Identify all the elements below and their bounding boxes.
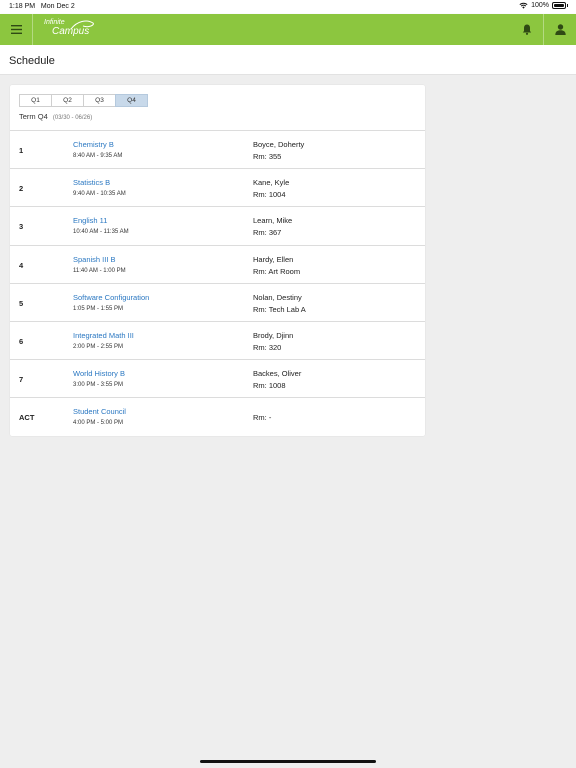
period-number: 3 [19, 222, 24, 232]
course-link[interactable]: Statistics B [73, 178, 110, 187]
term-label: Term Q4 (03/30 - 06/26) [19, 112, 92, 121]
period-number: 4 [19, 260, 24, 270]
teacher-name: Hardy, Ellen [253, 254, 294, 264]
tab-q4[interactable]: Q4 [115, 94, 148, 107]
status-time: 1:18 PM Mon Dec 2 [9, 3, 75, 10]
term-name: Term Q4 [19, 112, 48, 121]
schedule-row: 3 English 11 10:40 AM - 11:35 AM Learn, … [10, 206, 425, 244]
period-number: 6 [19, 336, 24, 346]
tab-q2[interactable]: Q2 [51, 94, 84, 107]
title-bar: Schedule [0, 45, 576, 75]
course-time: 8:40 AM - 9:35 AM [73, 153, 123, 159]
course-time: 9:40 AM - 10:35 AM [73, 191, 126, 198]
status-clock: 1:18 PM [9, 3, 36, 10]
course-time: 10:40 AM - 11:35 AM [73, 229, 129, 236]
schedule-row: 4 Spanish III B 11:40 AM - 1:00 PM Hardy… [10, 244, 425, 283]
term-dates: (03/30 - 06/26) [52, 115, 93, 121]
page-title: Schedule [9, 55, 55, 67]
tab-q1[interactable]: Q1 [19, 94, 52, 107]
room-number: Rm: 367 [253, 228, 282, 238]
room-number: Rm: Tech Lab A [253, 304, 306, 314]
hamburger-menu-icon [10, 25, 22, 34]
course-time: 1:05 PM - 1:55 PM [73, 305, 124, 312]
room-number: Rm: - [253, 413, 272, 423]
schedule-card: Q1 Q2 Q3 Q4 Term Q4 (03/30 - 06/26) 1 Ch… [10, 85, 425, 436]
schedule-row: 7 World History B 3:00 PM - 3:55 PM Back… [10, 359, 425, 397]
wifi-icon [519, 2, 528, 9]
user-icon [554, 24, 566, 35]
course-time: 3:00 PM - 3:55 PM [73, 382, 124, 389]
tab-q3[interactable]: Q3 [83, 94, 116, 107]
period-number: 7 [19, 375, 24, 385]
room-number: Rm: 355 [253, 152, 282, 161]
schedule-row: 5 Software Configuration 1:05 PM - 1:55 … [10, 282, 425, 321]
logo-swoosh-icon [70, 20, 94, 30]
app-header: Infinite Campus [0, 14, 576, 45]
bell-icon [522, 24, 532, 35]
period-number: 1 [19, 146, 24, 155]
status-bar: 1:18 PM Mon Dec 2 100% [0, 0, 576, 14]
room-number: Rm: Art Room [253, 266, 301, 276]
menu-button[interactable] [0, 14, 32, 45]
course-link[interactable]: Integrated Math III [73, 331, 134, 340]
status-date: Mon Dec 2 [40, 3, 75, 10]
room-number: Rm: 320 [253, 342, 282, 352]
teacher-name: Nolan, Destiny [253, 292, 302, 302]
teacher-name: Boyce, Doherty [253, 140, 305, 149]
schedule-row: ACT Student Council 4:00 PM - 5:00 PM Rm… [10, 397, 425, 435]
status-right: 100% [519, 2, 568, 9]
period-number: 5 [19, 298, 24, 308]
teacher-name: Learn, Mike [253, 216, 293, 226]
course-time: 4:00 PM - 5:00 PM [73, 420, 124, 427]
user-profile-button[interactable] [544, 14, 576, 45]
course-link[interactable]: Student Council [73, 407, 126, 416]
course-time: 11:40 AM - 1:00 PM [73, 267, 126, 274]
schedule-list: 1 Chemistry B 8:40 AM - 9:35 AM Boyce, D… [10, 130, 425, 436]
notifications-button[interactable] [512, 14, 542, 45]
period-number: 2 [19, 184, 24, 194]
home-indicator[interactable] [200, 760, 376, 763]
battery-icon [552, 2, 566, 9]
teacher-name: Kane, Kyle [253, 178, 290, 188]
course-link[interactable]: World History B [73, 369, 125, 378]
schedule-row: 2 Statistics B 9:40 AM - 10:35 AM Kane, … [10, 168, 425, 206]
room-number: Rm: 1004 [253, 190, 286, 200]
infinite-campus-logo[interactable]: Infinite Campus [43, 19, 94, 37]
room-number: Rm: 1008 [253, 381, 286, 391]
term-tabs: Q1 Q2 Q3 Q4 [19, 94, 148, 107]
schedule-row: 1 Chemistry B 8:40 AM - 9:35 AM Boyce, D… [10, 130, 425, 168]
teacher-name: Backes, Oliver [253, 369, 302, 379]
teacher-name: Brody, Djinn [253, 330, 294, 340]
period-number: ACT [19, 413, 35, 423]
course-link[interactable]: Chemistry B [73, 140, 114, 149]
course-link[interactable]: Software Configuration [73, 293, 149, 302]
course-time: 2:00 PM - 2:55 PM [73, 343, 124, 350]
course-link[interactable]: English 11 [73, 216, 107, 225]
battery-percent: 100% [531, 2, 549, 9]
schedule-row: 6 Integrated Math III 2:00 PM - 2:55 PM … [10, 320, 425, 359]
course-link[interactable]: Spanish III B [73, 255, 116, 264]
